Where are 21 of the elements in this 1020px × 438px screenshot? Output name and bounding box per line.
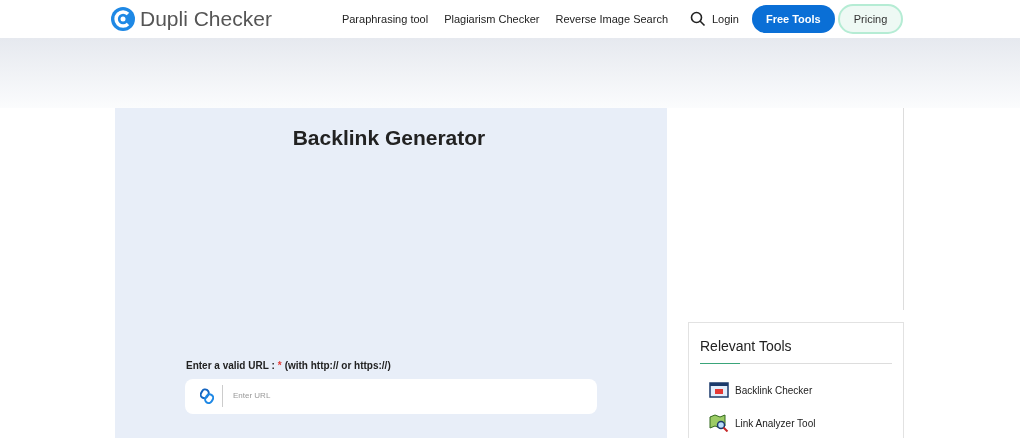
free-tools-button[interactable]: Free Tools xyxy=(751,5,835,33)
url-field[interactable]: Enter URL xyxy=(185,378,597,414)
tool-link[interactable]: Backlink Checker xyxy=(709,382,892,398)
search-icon[interactable] xyxy=(690,11,706,27)
nav-link[interactable]: Paraphrasing tool xyxy=(341,10,429,28)
logo-text[interactable]: Dupli Checker xyxy=(140,3,272,35)
login-link[interactable]: Login xyxy=(712,10,739,28)
required-mark: * xyxy=(277,358,282,373)
panel-title: Relevant Tools xyxy=(700,337,793,356)
browser-window-icon xyxy=(709,382,729,398)
url-hint: (with http:// or https://) xyxy=(284,358,391,373)
nav-link[interactable]: Plagiarism Checker xyxy=(444,10,540,28)
nav-link[interactable]: Reverse Image Search xyxy=(555,10,668,28)
pricing-button[interactable]: Pricing xyxy=(837,4,904,34)
url-label: Enter a valid URL : xyxy=(186,358,275,373)
tool-title: Backlink Generator xyxy=(292,125,486,151)
logo-icon xyxy=(110,6,136,32)
tool-link[interactable]: Link Analyzer Tool xyxy=(709,414,892,432)
url-input-field[interactable]: Enter URL xyxy=(233,390,597,402)
map-magnifier-icon xyxy=(709,414,729,432)
link-icon xyxy=(200,388,214,404)
